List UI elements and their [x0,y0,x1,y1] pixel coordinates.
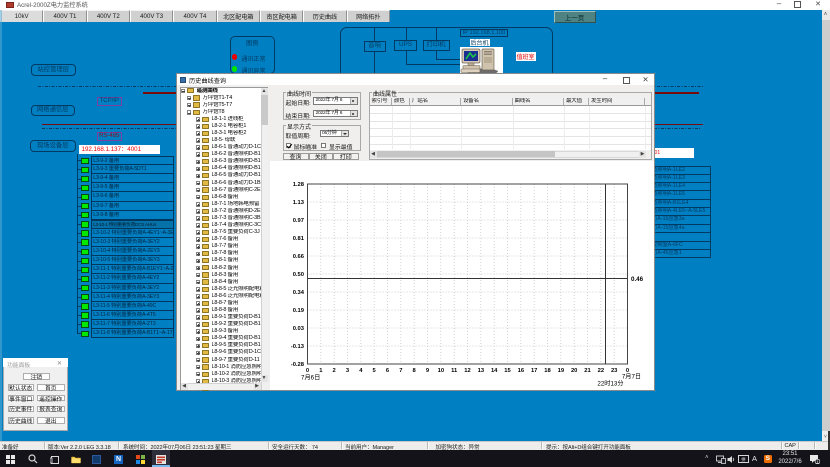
svg-text:16: 16 [517,368,524,374]
svg-text:10: 10 [437,368,443,374]
svg-text:0.97: 0.97 [292,218,303,224]
svg-text:1.13: 1.13 [292,200,304,206]
svg-text:20: 20 [570,368,576,374]
svg-text:7月6日: 7月6日 [301,375,320,382]
svg-text:0.50: 0.50 [292,272,303,278]
svg-text:13: 13 [477,368,484,374]
svg-text:22: 22 [597,368,603,374]
svg-text:23: 23 [610,368,617,374]
svg-text:0.19: 0.19 [292,308,304,314]
svg-text:6: 6 [385,368,389,374]
svg-text:0.46: 0.46 [631,276,644,283]
svg-text:5: 5 [372,368,376,374]
svg-text:-0.13: -0.13 [290,344,304,350]
svg-text:21: 21 [584,368,591,374]
svg-text:0.81: 0.81 [292,236,304,242]
svg-text:17: 17 [530,368,536,374]
svg-text:7月7日: 7月7日 [621,374,640,381]
svg-text:1: 1 [319,368,323,374]
svg-text:1.28: 1.28 [292,182,304,188]
svg-text:3: 3 [345,368,349,374]
svg-text:11: 11 [451,368,458,374]
svg-text:12: 12 [464,368,470,374]
svg-text:9: 9 [425,368,429,374]
svg-text:2: 2 [332,368,335,374]
svg-text:14: 14 [490,368,497,374]
svg-text:18: 18 [544,368,551,374]
svg-text:0.03: 0.03 [292,326,304,332]
svg-text:0.34: 0.34 [292,290,304,296]
svg-text:0.66: 0.66 [292,254,304,260]
svg-text:19: 19 [557,368,564,374]
svg-text:15: 15 [504,368,511,374]
svg-text:7: 7 [399,368,402,374]
svg-text:-0.28: -0.28 [290,362,304,368]
svg-text:0: 0 [305,368,308,374]
svg-text:4: 4 [359,368,363,374]
svg-text:8: 8 [412,368,416,374]
svg-text:22时13分: 22时13分 [597,380,623,388]
